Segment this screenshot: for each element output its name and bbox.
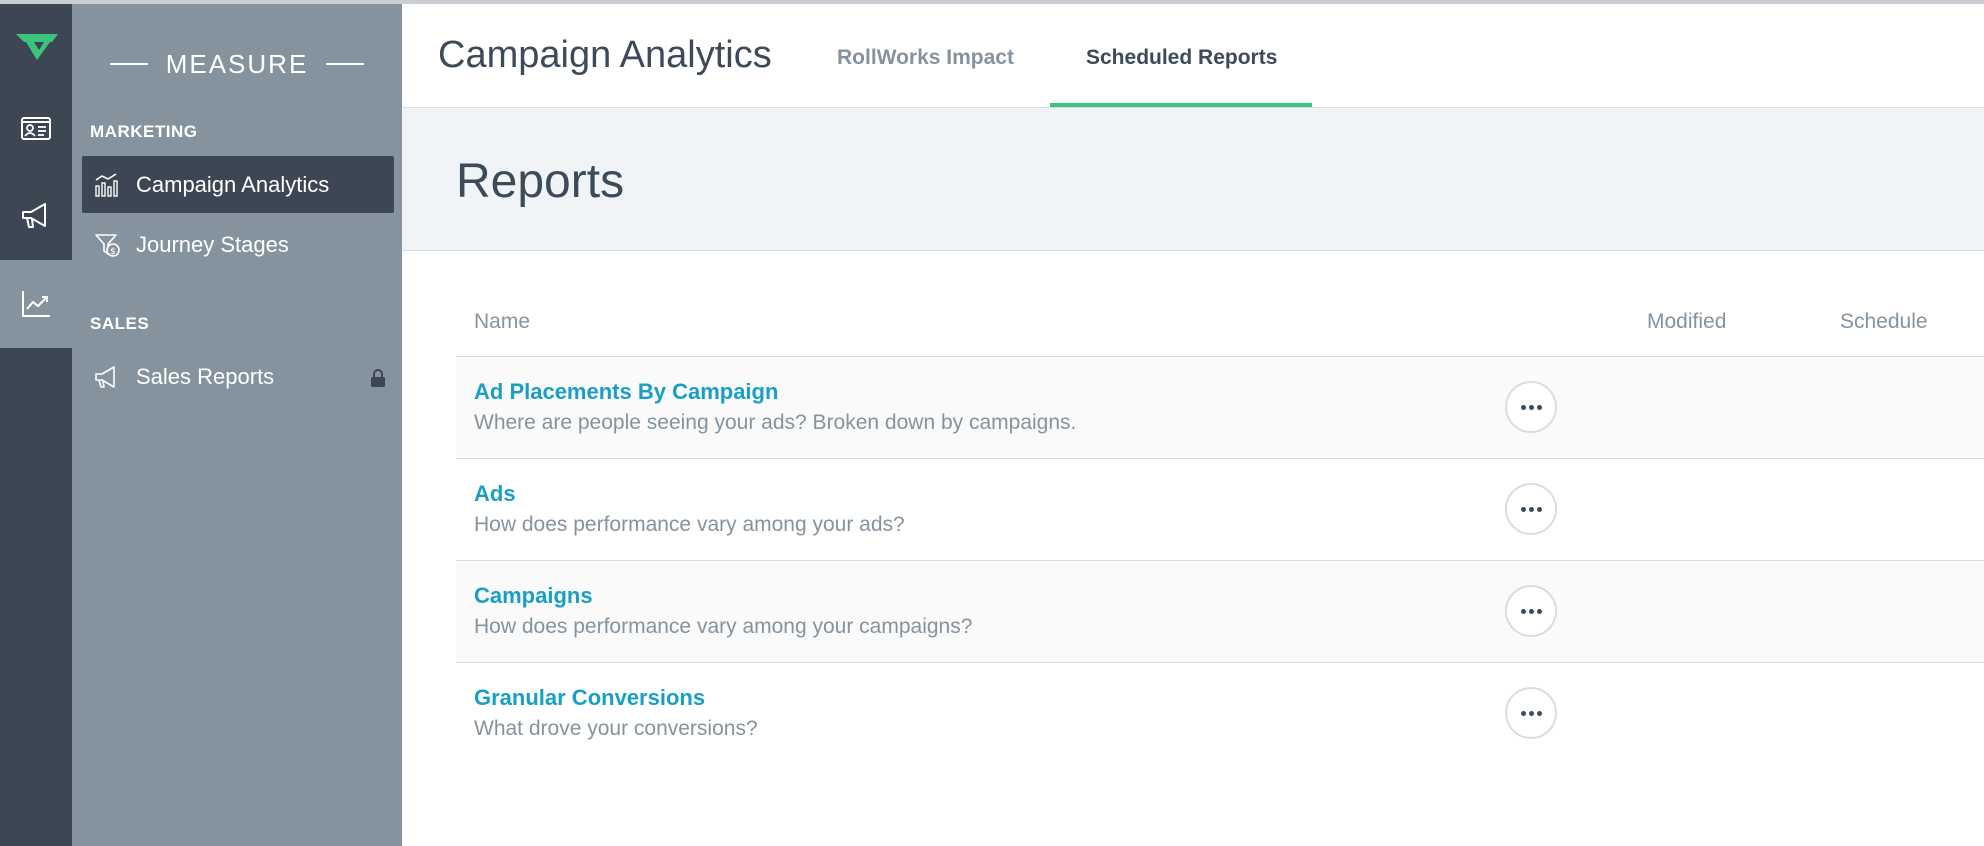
report-description: How does performance vary among your cam…	[474, 615, 973, 638]
bar-chart-icon	[94, 172, 120, 198]
funnel-dollar-icon: $	[94, 232, 120, 258]
sidebar-brand-label: MEASURE	[165, 48, 309, 79]
rail-campaigns-button[interactable]	[0, 172, 72, 260]
brand-dash-right	[326, 63, 365, 65]
megaphone-icon	[94, 364, 120, 390]
more-options-button[interactable]	[1505, 381, 1557, 433]
table-row: Campaigns How does performance vary amon…	[456, 561, 1984, 663]
more-options-button[interactable]	[1505, 483, 1557, 535]
more-options-button[interactable]	[1505, 585, 1557, 637]
table-header: Name Modified Schedule	[456, 300, 1984, 357]
ellipsis-icon	[1520, 710, 1542, 716]
brand-dash-left	[109, 63, 148, 65]
report-name-link[interactable]: Ads	[474, 481, 516, 507]
rail-contacts-button[interactable]	[0, 84, 72, 172]
table-row: Ad Placements By Campaign Where are peop…	[456, 357, 1984, 459]
report-description: Where are people seeing your ads? Broken…	[474, 411, 1077, 434]
sidebar-item-campaign-analytics[interactable]: Campaign Analytics	[82, 156, 394, 213]
report-name-link[interactable]: Granular Conversions	[474, 685, 705, 711]
table-row: Granular Conversions What drove your con…	[456, 663, 1984, 764]
sidebar-item-sales-reports[interactable]: Sales Reports	[82, 348, 394, 405]
tab-rollworks-impact[interactable]: RollWorks Impact	[837, 46, 1014, 70]
report-description: What drove your conversions?	[474, 717, 758, 740]
section-label-marketing: MARKETING	[90, 122, 198, 141]
reports-heading: Reports	[456, 155, 625, 208]
column-header-schedule[interactable]: Schedule	[1840, 310, 1928, 334]
rail-measure-button[interactable]	[0, 260, 72, 348]
sidebar-brand: MEASURE	[72, 44, 402, 84]
report-description: How does performance vary among your ads…	[474, 513, 905, 536]
more-options-button[interactable]	[1505, 687, 1557, 739]
column-header-name[interactable]: Name	[474, 310, 530, 334]
tab-scheduled-reports[interactable]: Scheduled Reports	[1086, 46, 1277, 70]
trend-chart-icon	[22, 291, 50, 317]
logo-icon[interactable]	[16, 28, 58, 62]
sidebar: MEASURE MARKETING Campaign Analytics $ J…	[72, 4, 402, 846]
contact-card-icon	[21, 117, 51, 140]
report-name-link[interactable]: Ad Placements By Campaign	[474, 379, 778, 405]
page-title: Campaign Analytics	[438, 34, 772, 76]
table-row: Ads How does performance vary among your…	[456, 459, 1984, 561]
reports-table: Name Modified Schedule Ad Placements By …	[456, 300, 1984, 764]
ellipsis-icon	[1520, 404, 1542, 410]
sidebar-item-label: Campaign Analytics	[136, 171, 330, 197]
ellipsis-icon	[1520, 608, 1542, 614]
sidebar-item-label: Sales Reports	[136, 363, 275, 389]
megaphone-icon	[22, 203, 46, 228]
report-name-link[interactable]: Campaigns	[474, 583, 593, 609]
column-header-modified[interactable]: Modified	[1647, 310, 1726, 334]
sidebar-item-journey-stages[interactable]: $ Journey Stages	[82, 216, 394, 273]
top-header: Campaign Analytics RollWorks Impact Sche…	[402, 4, 1984, 108]
active-tab-indicator	[1050, 103, 1312, 107]
icon-rail	[0, 4, 72, 846]
section-label-sales: SALES	[90, 314, 150, 333]
sidebar-item-label: Journey Stages	[136, 231, 289, 257]
lock-icon	[370, 367, 386, 387]
page-heading-banner: Reports	[402, 108, 1984, 251]
ellipsis-icon	[1520, 506, 1542, 512]
svg-text:$: $	[110, 247, 116, 257]
